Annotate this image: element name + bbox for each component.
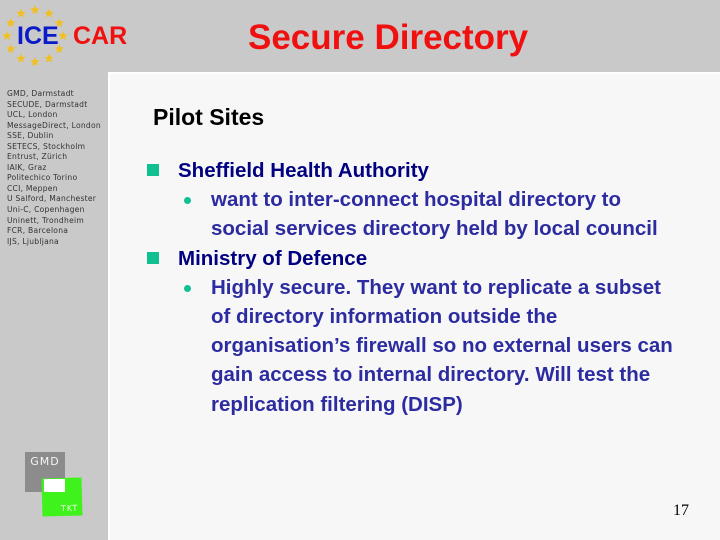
partner-item: Uni-C, Copenhagen — [7, 205, 85, 215]
bullet-item: Ministry of Defence — [147, 244, 707, 273]
partner-item: IJS, Ljubljana — [7, 236, 59, 246]
partner-item: Entrust, Zürich — [7, 152, 68, 162]
bullet-text: Ministry of Defence — [178, 246, 368, 270]
star-icon — [6, 44, 16, 54]
section-heading: Pilot Sites — [153, 104, 265, 130]
star-icon — [44, 53, 54, 63]
icecar-logo: ICE CAR — [0, 0, 140, 72]
star-icon — [16, 8, 26, 18]
slide-title: Secure Directory — [248, 18, 529, 57]
partner-list: GMD, Darmstadt SECUDE, Darmstadt UCL, Lo… — [7, 89, 107, 247]
bullet-list: Sheffield Health Authority want to inter… — [147, 156, 707, 419]
bullet-item: Sheffield Health Authority — [147, 156, 707, 185]
content-panel: Pilot Sites Sheffield Health Authority w… — [108, 72, 720, 540]
star-icon — [44, 8, 54, 18]
square-bullet-icon — [147, 251, 159, 264]
partner-item: U Salford, Manchester — [7, 194, 97, 204]
star-icon — [6, 18, 16, 28]
partner-item: GMD, Darmstadt — [7, 89, 74, 98]
partner-item: UCL, London — [7, 110, 58, 120]
partner-item: Uninett, Trondheim — [7, 215, 84, 225]
partner-item: FCR, Barcelona — [7, 226, 69, 236]
logo-overlap — [44, 479, 65, 492]
partner-item: Politechico Torino — [7, 173, 78, 183]
partner-item: SSE, Dublin — [7, 131, 54, 141]
square-bullet-icon — [147, 164, 159, 176]
logo-ice-text: ICE — [17, 22, 59, 50]
partner-item: SETECS, Stockholm — [7, 141, 86, 151]
partner-item: SECUDE, Darmstadt — [7, 99, 88, 109]
sub-bullet-item: Highly secure. They want to replicate a … — [184, 273, 681, 419]
partner-item: IAIK, Graz — [7, 162, 47, 172]
dot-bullet-icon — [184, 197, 191, 204]
star-icon — [30, 57, 40, 67]
gmd-tkt-logo: GMD TKT — [25, 452, 85, 517]
sub-bullet-text: want to inter-connect hospital directory… — [211, 188, 658, 241]
star-icon — [30, 5, 40, 15]
logo-car-text: CAR — [73, 22, 128, 50]
page-number: 17 — [673, 502, 689, 519]
partner-item: CCI, Meppen — [7, 183, 58, 193]
sub-bullet-text: Highly secure. They want to replicate a … — [211, 275, 673, 416]
dot-bullet-icon — [184, 284, 191, 292]
partner-item: MessageDirect, London — [7, 120, 101, 130]
sub-bullet-item: want to inter-connect hospital directory… — [184, 185, 681, 244]
star-icon — [58, 31, 68, 41]
star-icon — [2, 31, 12, 41]
star-icon — [16, 53, 26, 63]
bullet-text: Sheffield Health Authority — [178, 159, 429, 182]
